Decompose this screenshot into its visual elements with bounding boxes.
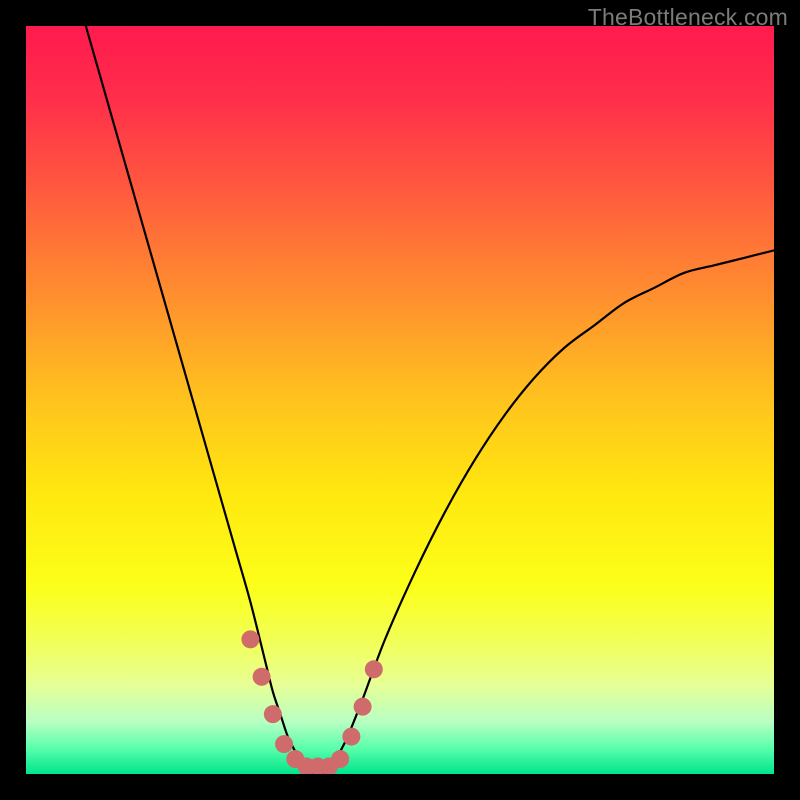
highlight-marker xyxy=(241,630,259,648)
bottleneck-curve-chart xyxy=(26,26,774,774)
highlight-marker xyxy=(264,705,282,723)
plot-area xyxy=(26,26,774,774)
gradient-background xyxy=(26,26,774,774)
highlight-marker xyxy=(342,728,360,746)
chart-frame: TheBottleneck.com xyxy=(0,0,800,800)
highlight-marker xyxy=(331,750,349,768)
highlight-marker xyxy=(253,668,271,686)
highlight-marker xyxy=(365,660,383,678)
highlight-marker xyxy=(275,735,293,753)
highlight-marker xyxy=(354,698,372,716)
